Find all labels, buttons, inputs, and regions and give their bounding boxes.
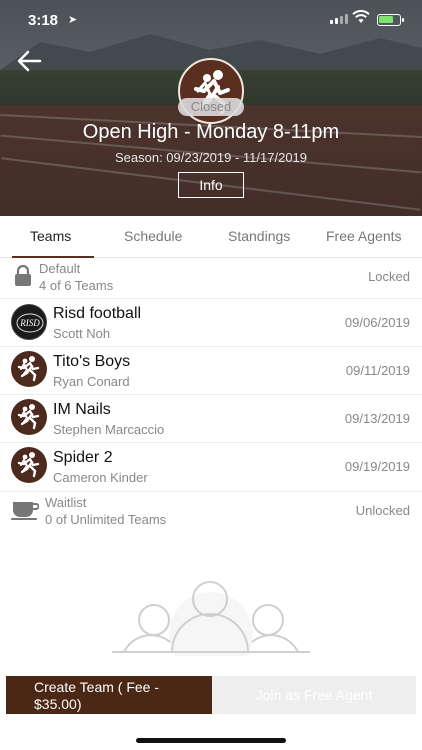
team-name: Spider 2 <box>53 449 113 466</box>
bottom-actions: Create Team ( Fee - $35.00) Join as Free… <box>0 676 422 714</box>
team-date: 09/13/2019 <box>344 411 410 426</box>
team-name: Risd football <box>53 305 142 322</box>
default-group-status: Locked <box>368 269 410 284</box>
waitlist-title: Waitlist <box>45 495 87 510</box>
waitlist-count: 0 of Unlimited Teams <box>45 512 167 527</box>
runner-avatar-icon <box>11 399 47 435</box>
status-time: 3:18 <box>28 12 59 29</box>
team-date: 09/11/2019 <box>345 363 410 378</box>
group-people-icon <box>112 581 310 656</box>
tab-standings[interactable]: Standings <box>228 228 290 244</box>
team-captain: Ryan Conard <box>53 374 130 389</box>
team-name: Tito's Boys <box>53 353 131 370</box>
lock-icon <box>15 264 31 286</box>
team-date: 09/19/2019 <box>344 459 410 474</box>
wifi-icon <box>352 10 370 23</box>
team-captain: Cameron Kinder <box>53 470 148 485</box>
team-name: IM Nails <box>53 401 111 418</box>
join-free-agent-button[interactable]: Join as Free Agent <box>212 676 416 714</box>
cellular-signal-icon <box>330 14 348 24</box>
closed-status-badge: Closed <box>178 98 244 116</box>
waitlist-row[interactable]: Waitlist 0 of Unlimited Teams Unlocked <box>0 492 422 532</box>
team-row[interactable]: Spider 2 Cameron Kinder 09/19/2019 <box>0 443 422 492</box>
tab-free-agents[interactable]: Free Agents <box>326 228 402 244</box>
team-row[interactable]: Tito's Boys Ryan Conard 09/11/2019 <box>0 347 422 395</box>
coffee-cup-icon <box>11 502 39 520</box>
team-captain: Stephen Marcaccio <box>53 422 165 437</box>
team-row[interactable]: IM Nails Stephen Marcaccio 09/13/2019 <box>0 395 422 443</box>
home-indicator <box>136 738 286 743</box>
waitlist-status: Unlocked <box>355 503 410 518</box>
arrow-left-icon <box>17 50 42 72</box>
app-screen: 3:18 ➤ Closed Open High - Monday 8-11pm … <box>0 0 422 750</box>
create-team-button[interactable]: Create Team ( Fee - $35.00) <box>6 676 212 714</box>
risd-logo-text: RISD <box>19 318 40 328</box>
battery-icon <box>377 14 404 26</box>
tab-teams[interactable]: Teams <box>30 228 71 244</box>
risd-logo-avatar: RISD <box>11 304 47 340</box>
season-dates: Season: 09/23/2019 - 11/17/2019 <box>114 150 308 165</box>
default-group-count: 4 of 6 Teams <box>39 278 114 293</box>
league-title: Open High - Monday 8-11pm <box>82 121 340 143</box>
team-row[interactable]: RISD Risd football Scott Noh 09/06/2019 <box>0 299 422 347</box>
runner-avatar-icon <box>11 351 47 387</box>
default-group-row[interactable]: Default 4 of 6 Teams Locked <box>0 258 422 299</box>
team-captain: Scott Noh <box>53 326 111 341</box>
status-bar: 3:18 ➤ <box>0 0 422 40</box>
back-button[interactable] <box>14 46 46 76</box>
league-header: 3:18 ➤ Closed Open High - Monday 8-11pm … <box>0 0 422 216</box>
tab-schedule[interactable]: Schedule <box>124 228 182 244</box>
info-button[interactable]: Info <box>178 172 244 198</box>
default-group-title: Default <box>39 261 81 276</box>
runner-avatar-icon <box>11 447 47 483</box>
tab-bar: Teams Schedule Standings Free Agents <box>0 216 422 258</box>
location-arrow-icon: ➤ <box>68 14 78 26</box>
battery-level <box>379 16 393 23</box>
team-date: 09/06/2019 <box>344 315 410 330</box>
